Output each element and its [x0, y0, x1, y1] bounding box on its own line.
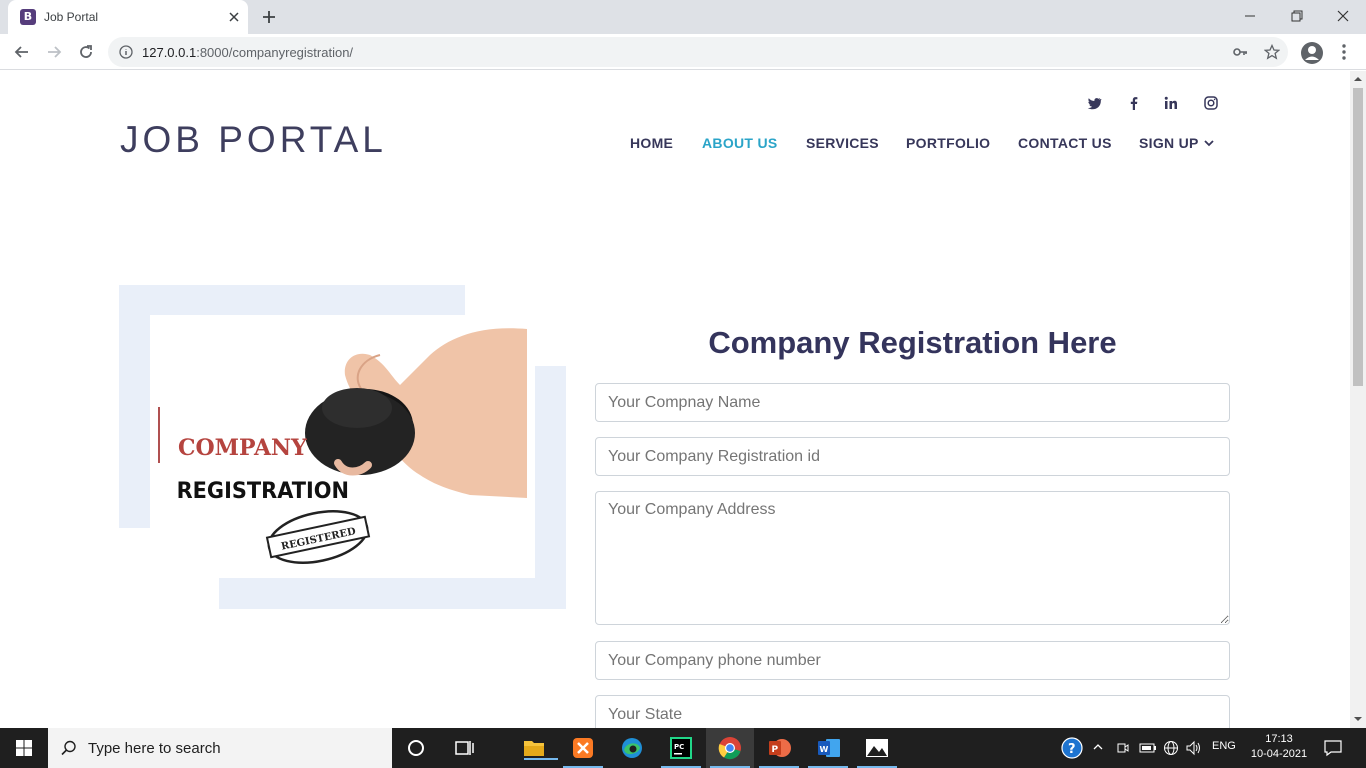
close-tab-icon[interactable] — [226, 9, 242, 25]
browser-tab[interactable]: B Job Portal — [8, 0, 248, 34]
url-text[interactable]: 127.0.0.1:8000/companyregistration/ — [142, 45, 353, 60]
notifications-icon[interactable] — [1323, 739, 1343, 757]
taskbar-search-box[interactable]: Type here to search — [48, 728, 392, 768]
key-icon[interactable] — [1232, 44, 1248, 60]
registration-id-input[interactable] — [595, 437, 1230, 476]
cortana-icon[interactable] — [392, 728, 440, 768]
task-view-icon[interactable] — [440, 728, 488, 768]
network-globe-icon[interactable] — [1163, 740, 1179, 756]
taskbar-search-placeholder: Type here to search — [88, 740, 221, 757]
nav-home[interactable]: HOME — [630, 135, 673, 151]
bootstrap-favicon-icon: B — [20, 9, 36, 25]
reload-icon[interactable] — [76, 42, 96, 62]
svg-text:PC: PC — [674, 743, 684, 751]
pycharm-icon[interactable]: PC — [657, 728, 705, 768]
clock-date: 10-04-2021 — [1250, 748, 1308, 760]
restore-icon[interactable] — [1285, 5, 1309, 27]
windows-start-icon[interactable] — [0, 728, 48, 768]
close-window-icon[interactable] — [1331, 5, 1355, 27]
company-name-input[interactable] — [595, 383, 1230, 422]
twitter-icon[interactable] — [1087, 95, 1103, 111]
back-arrow-icon[interactable] — [12, 42, 32, 62]
company-registration-illustration: COMPANY REGISTRATION REGISTERED — [158, 328, 527, 564]
site-info-icon[interactable] — [119, 45, 133, 59]
minimize-icon[interactable] — [1238, 5, 1262, 27]
linkedin-icon[interactable] — [1163, 95, 1179, 111]
image-registration-text: REGISTRATION — [177, 479, 349, 505]
volume-icon[interactable] — [1185, 740, 1203, 756]
show-hidden-icons-chevron-icon[interactable] — [1092, 742, 1104, 752]
phone-number-input[interactable] — [595, 641, 1230, 680]
scroll-down-icon[interactable] — [1353, 715, 1363, 723]
nav-services[interactable]: SERVICES — [806, 135, 879, 151]
windows-taskbar: Type here to search PC P W ? ENG 17:13 1… — [0, 728, 1366, 768]
battery-icon[interactable] — [1139, 741, 1157, 755]
chevron-down-icon[interactable] — [1203, 138, 1215, 148]
powerpoint-icon[interactable]: P — [755, 728, 803, 768]
search-icon — [61, 740, 76, 756]
url-path: :8000/companyregistration/ — [196, 45, 354, 60]
instagram-icon[interactable] — [1203, 95, 1219, 111]
profile-avatar-icon[interactable] — [1300, 41, 1324, 65]
nav-portfolio[interactable]: PORTFOLIO — [906, 135, 990, 151]
chrome-taskbar-button[interactable] — [706, 728, 754, 768]
clock-time: 17:13 — [1265, 733, 1293, 745]
site-brand-logo[interactable]: JOB PORTAL — [120, 119, 387, 161]
nav-about-us[interactable]: ABOUT US — [702, 135, 778, 151]
bookmark-star-icon[interactable] — [1264, 44, 1280, 60]
svg-text:?: ? — [1068, 742, 1076, 757]
browser-toolbar: 127.0.0.1:8000/companyregistration/ — [0, 34, 1366, 70]
word-icon[interactable]: W — [804, 728, 852, 768]
facebook-icon[interactable] — [1126, 95, 1142, 111]
image-company-text: COMPANY — [178, 435, 307, 461]
browser-tab-bar: B Job Portal — [0, 0, 1366, 34]
tab-title: Job Portal — [44, 10, 99, 24]
photos-icon[interactable] — [853, 728, 901, 768]
svg-text:W: W — [820, 745, 829, 754]
web-page: JOB PORTAL HOME ABOUT US SERVICES PORTFO… — [0, 71, 1350, 728]
registered-stamp-graphic: REGISTERED — [265, 510, 371, 564]
edge-icon[interactable] — [608, 728, 656, 768]
url-host: 127.0.0.1 — [142, 45, 197, 60]
xampp-icon[interactable] — [559, 728, 607, 768]
scrollbar-thumb[interactable] — [1353, 88, 1363, 386]
file-explorer-icon[interactable] — [510, 728, 558, 768]
company-address-textarea[interactable] — [595, 491, 1230, 625]
meet-now-icon[interactable] — [1116, 740, 1130, 756]
system-clock[interactable]: 17:13 10-04-2021 — [1249, 732, 1309, 762]
browser-menu-icon[interactable] — [1338, 42, 1350, 62]
company-registration-image: COMPANY REGISTRATION REGISTERED — [150, 315, 535, 578]
form-title: Company Registration Here — [708, 325, 1117, 360]
chrome-icon — [718, 737, 741, 760]
forward-arrow-icon[interactable] — [44, 42, 64, 62]
address-bar[interactable]: 127.0.0.1:8000/companyregistration/ — [108, 37, 1288, 67]
help-icon[interactable]: ? — [1061, 737, 1083, 759]
nav-sign-up[interactable]: SIGN UP — [1139, 135, 1199, 151]
nav-contact-us[interactable]: CONTACT US — [1018, 135, 1112, 151]
state-input[interactable] — [595, 695, 1230, 728]
page-scrollbar[interactable] — [1350, 71, 1366, 728]
language-indicator[interactable]: ENG — [1212, 740, 1236, 752]
scroll-up-icon[interactable] — [1353, 75, 1363, 83]
new-tab-icon[interactable] — [260, 8, 278, 26]
svg-text:P: P — [772, 745, 779, 755]
